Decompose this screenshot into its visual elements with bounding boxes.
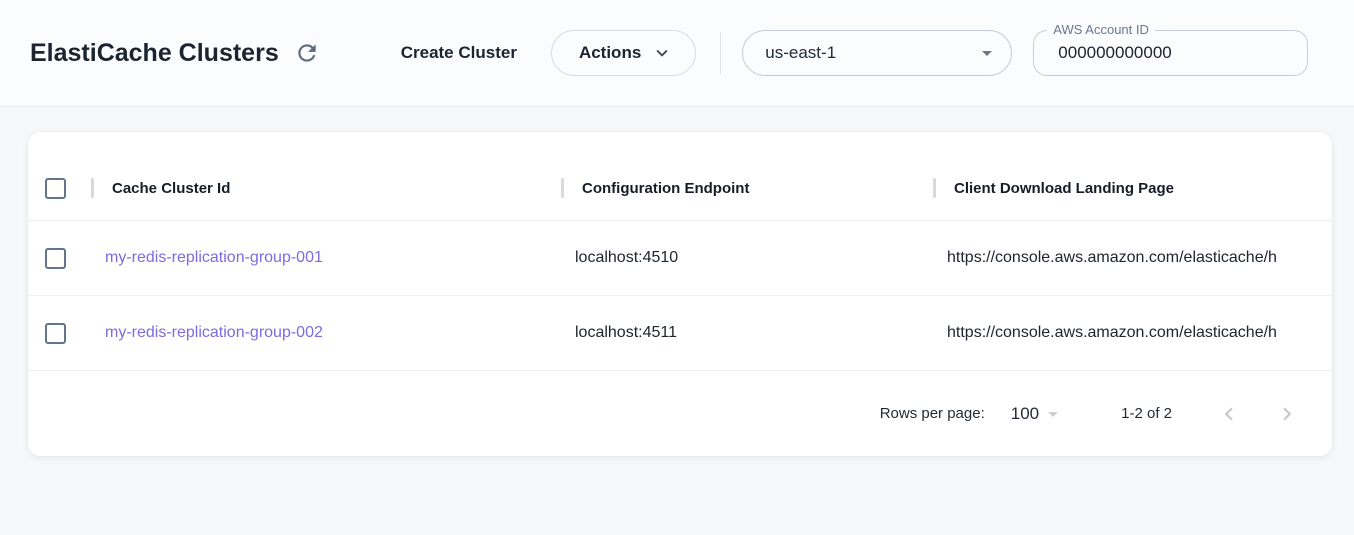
rows-per-page-label: Rows per page:: [880, 405, 985, 422]
configuration-endpoint-cell: localhost:4510: [562, 249, 934, 267]
next-page-button[interactable]: [1274, 401, 1300, 427]
previous-page-button[interactable]: [1216, 401, 1242, 427]
select-all-checkbox[interactable]: [45, 178, 66, 199]
dropdown-arrow-icon: [975, 41, 999, 65]
rows-per-page-select[interactable]: 100: [1011, 402, 1065, 426]
aws-account-id-field: AWS Account ID: [1033, 30, 1308, 76]
column-header-configuration-endpoint[interactable]: Configuration Endpoint: [562, 180, 934, 197]
column-header-client-download-landing-page[interactable]: Client Download Landing Page: [934, 180, 1332, 197]
row-checkbox[interactable]: [45, 323, 66, 344]
cache-cluster-id-link[interactable]: my-redis-replication-group-002: [92, 324, 562, 342]
table-pagination: Rows per page: 100 1-2 of 2: [28, 371, 1332, 456]
aws-account-id-label: AWS Account ID: [1047, 22, 1155, 37]
aws-account-id-input[interactable]: [1034, 43, 1288, 63]
column-header-cache-cluster-id[interactable]: Cache Cluster Id: [92, 180, 562, 197]
table-row: my-redis-replication-group-001 localhost…: [28, 221, 1332, 296]
region-select[interactable]: us-east-1: [742, 30, 1012, 76]
row-checkbox[interactable]: [45, 248, 66, 269]
client-download-landing-page-cell: https://console.aws.amazon.com/elasticac…: [934, 324, 1332, 342]
table-row: my-redis-replication-group-002 localhost…: [28, 296, 1332, 371]
chevron-right-icon: [1274, 401, 1300, 427]
actions-button[interactable]: Actions: [551, 30, 696, 76]
clusters-table-card: Cache Cluster Id Configuration Endpoint …: [28, 132, 1332, 456]
dropdown-arrow-icon: [1039, 402, 1065, 426]
page-title: ElastiCache Clusters: [30, 39, 279, 68]
actions-button-label: Actions: [579, 43, 641, 63]
row-checkbox-cell: [28, 248, 92, 269]
topbar-divider: [720, 32, 721, 74]
client-download-landing-page-cell: https://console.aws.amazon.com/elasticac…: [934, 249, 1332, 267]
row-checkbox-cell: [28, 323, 92, 344]
rows-per-page-value: 100: [1011, 404, 1039, 424]
configuration-endpoint-cell: localhost:4511: [562, 324, 934, 342]
header-checkbox-cell: [28, 178, 92, 199]
region-select-value: us-east-1: [765, 43, 836, 63]
chevron-down-icon: [651, 42, 673, 64]
create-cluster-button[interactable]: Create Cluster: [401, 43, 517, 63]
chevron-left-icon: [1216, 401, 1242, 427]
topbar: ElastiCache Clusters Create Cluster Acti…: [0, 0, 1354, 107]
pagination-range-label: 1-2 of 2: [1121, 405, 1172, 422]
table-header-row: Cache Cluster Id Configuration Endpoint …: [28, 156, 1332, 221]
cache-cluster-id-link[interactable]: my-redis-replication-group-001: [92, 249, 562, 267]
refresh-button[interactable]: [293, 39, 321, 67]
refresh-icon: [294, 40, 320, 66]
